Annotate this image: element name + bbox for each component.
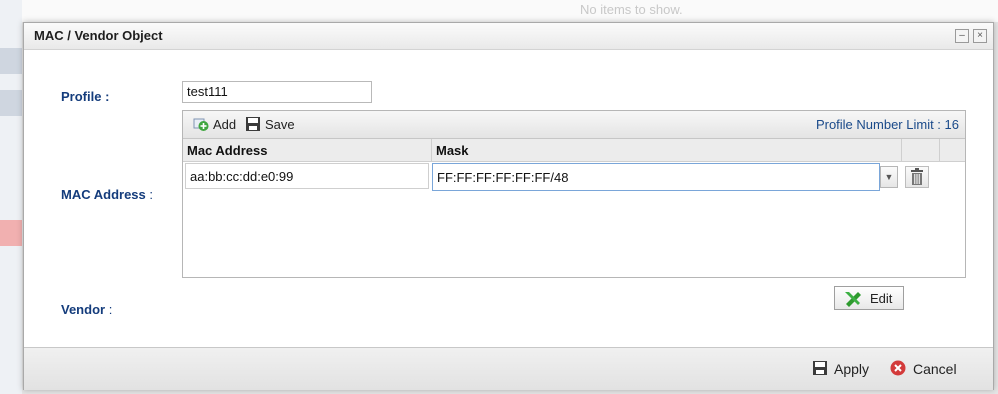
edit-button[interactable]: Edit	[834, 286, 904, 310]
edit-icon	[845, 292, 861, 307]
save-button[interactable]: Save	[265, 117, 295, 132]
vendor-label: Vendor :	[61, 302, 113, 317]
dialog-footer: Apply Cancel	[24, 347, 993, 390]
profile-label: Profile :	[61, 89, 110, 104]
cancel-icon	[890, 360, 906, 376]
background-sidebar-strip	[0, 90, 22, 116]
column-header-mac-address[interactable]: Mac Address	[187, 143, 267, 158]
column-divider	[939, 139, 940, 161]
grid-header: Mac Address Mask	[183, 139, 965, 162]
chevron-down-icon[interactable]: ▼	[880, 166, 898, 188]
background-sidebar-strip	[0, 220, 22, 246]
grid-toolbar: Add Save Profile Number Limit : 16	[183, 111, 965, 139]
background-sidebar-strip	[0, 48, 22, 74]
mac-address-label: MAC Address :	[61, 187, 154, 202]
edit-button-label: Edit	[870, 291, 893, 306]
column-divider	[901, 139, 902, 161]
apply-button[interactable]: Apply	[834, 361, 869, 377]
add-icon	[193, 118, 209, 131]
background-header	[22, 0, 998, 22]
dialog-title: MAC / Vendor Object	[34, 28, 163, 43]
save-icon	[813, 361, 827, 375]
trash-icon	[911, 168, 923, 185]
mac-address-input[interactable]: aa:bb:cc:dd:e0:99	[185, 163, 429, 189]
dialog-title-bar[interactable]: MAC / Vendor Object – ×	[24, 23, 993, 50]
mac-address-grid: Add Save Profile Number Limit : 16 Mac A…	[182, 110, 966, 278]
save-icon	[246, 117, 260, 131]
close-icon[interactable]: ×	[973, 29, 987, 43]
column-header-mask[interactable]: Mask	[436, 143, 469, 158]
add-button[interactable]: Add	[213, 117, 236, 132]
background-empty-message: No items to show.	[580, 2, 683, 17]
profile-number-limit: Profile Number Limit : 16	[815, 117, 959, 132]
delete-row-button[interactable]	[905, 166, 929, 188]
mac-vendor-object-dialog: MAC / Vendor Object – × Profile : test11…	[23, 22, 994, 390]
column-divider	[431, 139, 432, 161]
minimize-icon[interactable]: –	[955, 29, 969, 43]
mask-select[interactable]: FF:FF:FF:FF:FF:FF/48	[432, 163, 880, 191]
cancel-button[interactable]: Cancel	[913, 361, 957, 377]
profile-name-input[interactable]: test111	[182, 81, 372, 103]
